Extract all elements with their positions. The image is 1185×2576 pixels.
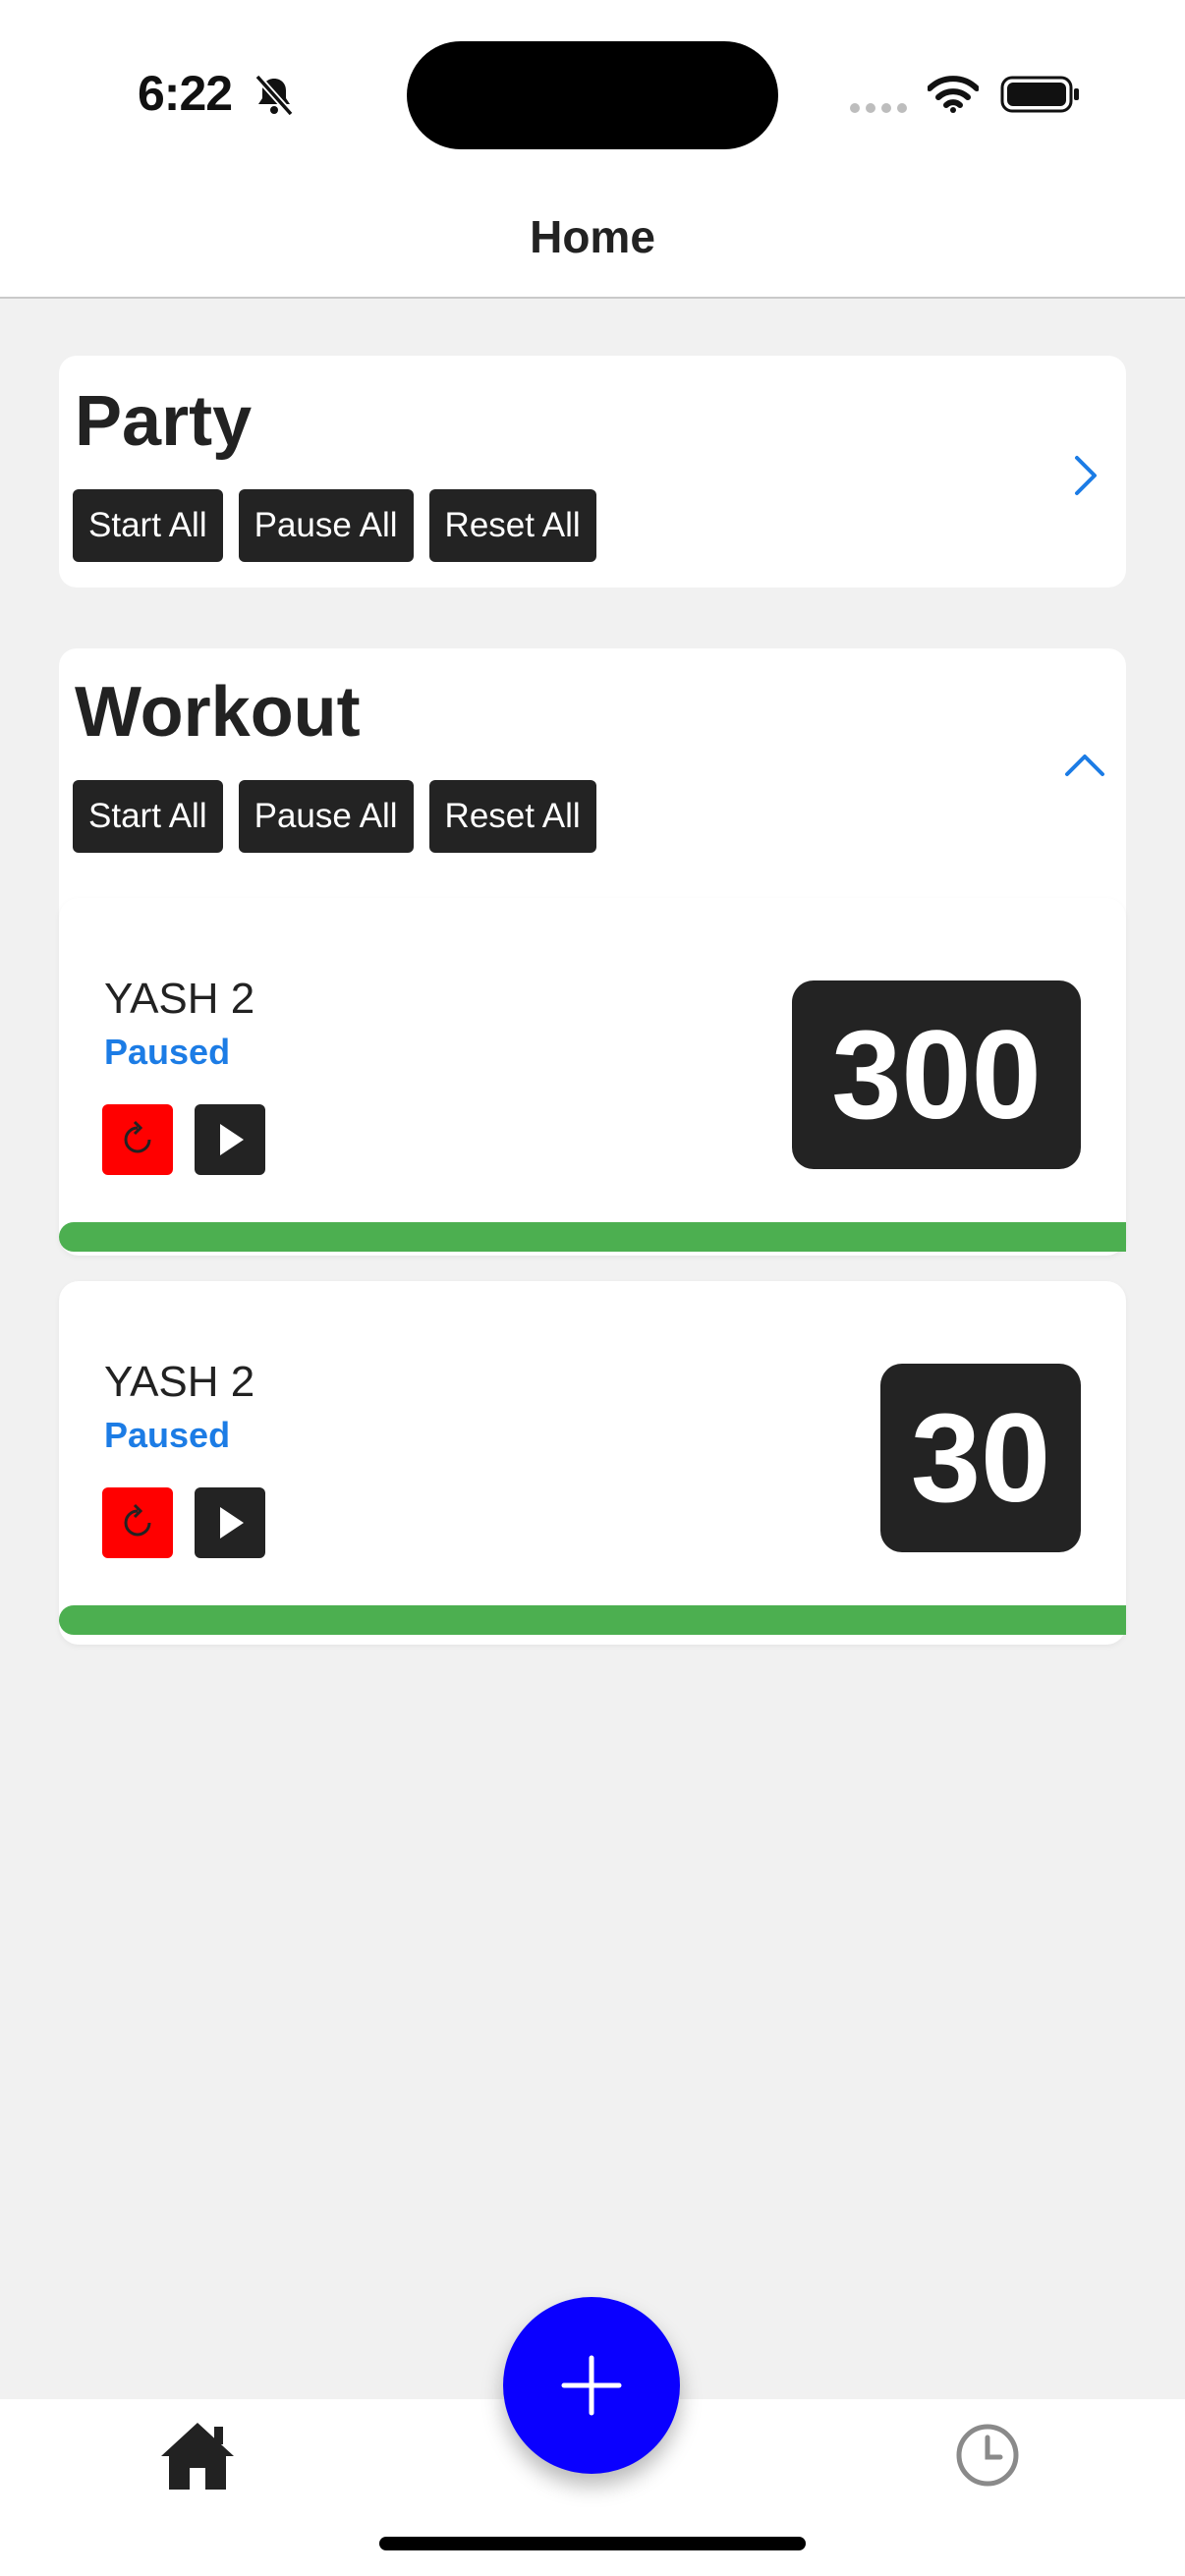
play-icon (220, 1124, 244, 1155)
time-remaining-display: 300 (792, 980, 1081, 1169)
timer-name: YASH 2 (104, 1358, 255, 1406)
group-controls: Start All Pause All Reset All (73, 780, 596, 853)
home-indicator (379, 2537, 806, 2550)
chevron-right-icon[interactable] (1063, 454, 1106, 497)
play-button[interactable] (195, 1104, 265, 1175)
group-title: Party (75, 382, 253, 461)
start-all-button[interactable]: Start All (73, 780, 223, 853)
play-icon (220, 1507, 244, 1539)
reset-timer-button[interactable] (102, 1104, 173, 1175)
home-icon[interactable] (159, 2419, 236, 2492)
progress-bar (59, 1222, 1126, 1252)
clock-icon[interactable] (955, 2423, 1020, 2488)
start-all-button[interactable]: Start All (73, 489, 223, 562)
reset-all-button[interactable]: Reset All (428, 489, 596, 562)
refresh-icon (124, 1120, 151, 1153)
dynamic-island (407, 41, 778, 149)
top-bar: 6:22 Home (0, 0, 1185, 299)
wifi-icon (928, 76, 979, 113)
group-card-party[interactable]: Party Start All Pause All Reset All (59, 356, 1126, 588)
battery-icon (1000, 76, 1079, 113)
timer-status: Paused (104, 1415, 231, 1455)
progress-bar (59, 1605, 1126, 1635)
reset-all-button[interactable]: Reset All (428, 780, 596, 853)
page-title: Home (530, 211, 655, 262)
refresh-icon (124, 1503, 151, 1537)
time-remaining-display: 30 (880, 1364, 1081, 1552)
add-timer-button[interactable] (503, 2297, 680, 2474)
timer-name: YASH 2 (104, 975, 255, 1023)
chevron-up-icon[interactable] (1063, 743, 1106, 786)
timer-card[interactable]: YASH 2 Paused 30 (59, 1281, 1126, 1645)
plus-icon (561, 2355, 622, 2416)
reset-timer-button[interactable] (102, 1487, 173, 1558)
bell-slash-icon (254, 74, 294, 117)
timer-status: Paused (104, 1032, 231, 1072)
timer-card[interactable]: YASH 2 Paused 300 (59, 898, 1126, 1256)
pause-all-button[interactable]: Pause All (238, 489, 414, 562)
status-time: 6:22 (138, 66, 233, 121)
group-title: Workout (75, 673, 361, 752)
play-button[interactable] (195, 1487, 265, 1558)
signal-dots-icon (850, 103, 907, 113)
pause-all-button[interactable]: Pause All (238, 780, 414, 853)
group-controls: Start All Pause All Reset All (73, 489, 596, 562)
